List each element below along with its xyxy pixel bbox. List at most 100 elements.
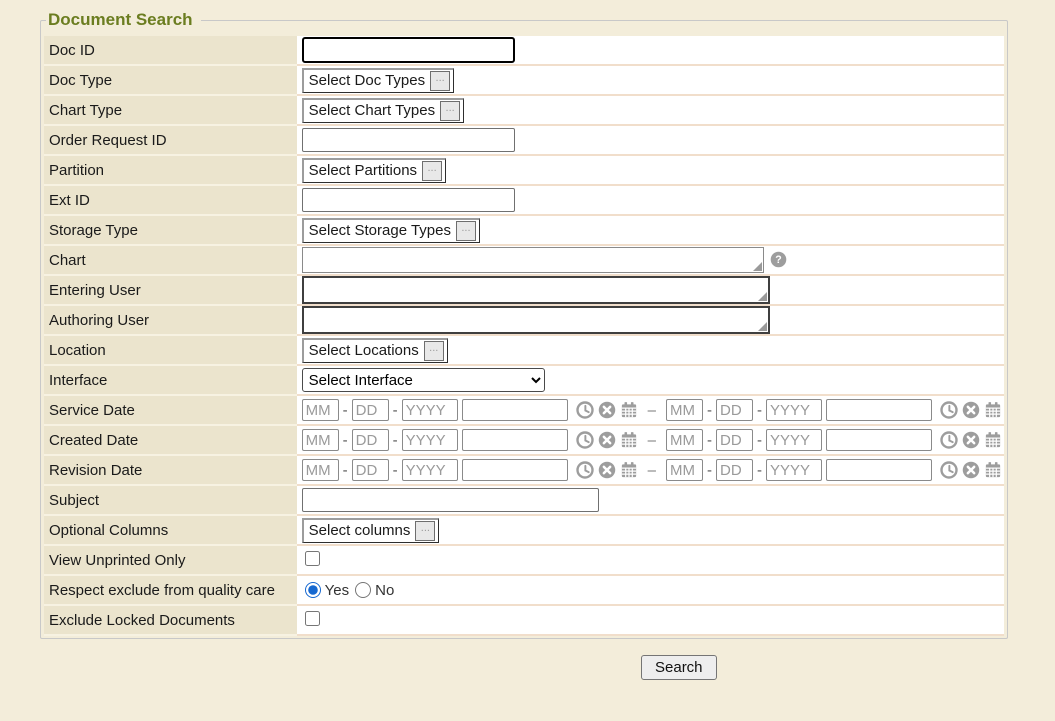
clock-icon[interactable] (576, 431, 594, 449)
calendar-icon[interactable] (984, 461, 1002, 479)
created-date-to-day-input[interactable] (716, 429, 753, 451)
clear-icon[interactable] (598, 401, 616, 419)
service-date-from-year-input[interactable] (402, 399, 458, 421)
respect-exclude-from-quality-care-radio-no[interactable] (355, 582, 371, 598)
storage-type-picker-button[interactable]: ... (456, 221, 476, 241)
revision-date-from-month-input[interactable] (302, 459, 339, 481)
calendar-icon[interactable] (984, 431, 1002, 449)
form-row-view-unprinted-only: View Unprinted Only (44, 545, 1004, 575)
service-date-to-day-input[interactable] (716, 399, 753, 421)
revision-date-to-year-input[interactable] (766, 459, 822, 481)
service-date-to-time-input[interactable] (826, 399, 932, 421)
form-row-chart: Chart? (44, 245, 1004, 275)
created-date-from-day-input[interactable] (352, 429, 389, 451)
search-button[interactable]: Search (641, 655, 717, 680)
calendar-icon[interactable] (620, 431, 638, 449)
doc-type-picker[interactable]: Select Doc Types... (302, 68, 454, 93)
storage-type-label: Storage Type (44, 215, 297, 245)
chart-type-picker[interactable]: Select Chart Types... (302, 98, 464, 123)
view-unprinted-only-checkbox[interactable] (305, 551, 320, 566)
location-picker[interactable]: Select Locations... (302, 338, 448, 363)
created-date-from-time-input[interactable] (462, 429, 568, 451)
authoring-user-textarea[interactable] (302, 306, 770, 334)
storage-type-picker[interactable]: Select Storage Types... (302, 218, 480, 243)
clear-icon[interactable] (598, 461, 616, 479)
clock-icon[interactable] (940, 401, 958, 419)
subject-input[interactable] (302, 488, 599, 512)
respect-exclude-from-quality-care-radio-yes[interactable] (305, 582, 321, 598)
partition-picker-button[interactable]: ... (422, 161, 442, 181)
optional-columns-value-cell: Select columns... (297, 515, 1004, 545)
doc-id-label: Doc ID (44, 36, 297, 65)
optional-columns-picker-button[interactable]: ... (415, 521, 435, 541)
created-date-to-month-input[interactable] (666, 429, 703, 451)
revision-date-to-day-input[interactable] (716, 459, 753, 481)
service-date-from-month-input[interactable] (302, 399, 339, 421)
storage-type-value-cell: Select Storage Types... (297, 215, 1004, 245)
order-request-id-input[interactable] (302, 128, 515, 152)
date-range-separator: – (648, 432, 656, 449)
revision-date-from-day-input[interactable] (352, 459, 389, 481)
chart-textarea[interactable] (302, 247, 764, 273)
clock-icon[interactable] (576, 401, 594, 419)
service-date-label: Service Date (44, 395, 297, 425)
date-part-separator: - (343, 432, 348, 449)
clock-icon[interactable] (576, 461, 594, 479)
form-row-chart-type: Chart TypeSelect Chart Types... (44, 95, 1004, 125)
chart-type-value-cell: Select Chart Types... (297, 95, 1004, 125)
interface-value-cell: Select Interface (297, 365, 1004, 395)
exclude-locked-documents-label: Exclude Locked Documents (44, 605, 297, 635)
clear-icon[interactable] (598, 431, 616, 449)
created-date-from-year-input[interactable] (402, 429, 458, 451)
revision-date-to-time-input[interactable] (826, 459, 932, 481)
service-date-to-year-input[interactable] (766, 399, 822, 421)
optional-columns-picker-label: Select columns (309, 522, 411, 539)
location-picker-button[interactable]: ... (424, 341, 444, 361)
optional-columns-picker[interactable]: Select columns... (302, 518, 440, 543)
form-row-storage-type: Storage TypeSelect Storage Types... (44, 215, 1004, 245)
form-row-interface: InterfaceSelect Interface (44, 365, 1004, 395)
date-part-separator: - (393, 432, 398, 449)
ext-id-input[interactable] (302, 188, 515, 212)
doc-type-picker-button[interactable]: ... (430, 71, 450, 91)
revision-date-from-year-input[interactable] (402, 459, 458, 481)
subject-value-cell (297, 485, 1004, 515)
interface-label: Interface (44, 365, 297, 395)
clock-icon[interactable] (940, 461, 958, 479)
exclude-locked-documents-checkbox[interactable] (305, 611, 320, 626)
respect-exclude-from-quality-care-radio-label-no: No (375, 582, 394, 599)
chart-type-picker-button[interactable]: ... (440, 101, 460, 121)
entering-user-label: Entering User (44, 275, 297, 305)
service-date-from-day-input[interactable] (352, 399, 389, 421)
revision-date-to-month-input[interactable] (666, 459, 703, 481)
partition-label: Partition (44, 155, 297, 185)
form-row-revision-date: Revision Date--–-- (44, 455, 1004, 485)
created-date-to-year-input[interactable] (766, 429, 822, 451)
service-date-to-month-input[interactable] (666, 399, 703, 421)
interface-select[interactable]: Select Interface (302, 368, 545, 392)
form-row-ext-id: Ext ID (44, 185, 1004, 215)
form-row-doc-type: Doc TypeSelect Doc Types... (44, 65, 1004, 95)
location-value-cell: Select Locations... (297, 335, 1004, 365)
clock-icon[interactable] (940, 431, 958, 449)
revision-date-value-cell: --–-- (297, 455, 1004, 485)
doc-type-value-cell: Select Doc Types... (297, 65, 1004, 95)
doc-type-picker-label: Select Doc Types (309, 72, 425, 89)
calendar-icon[interactable] (620, 461, 638, 479)
created-date-from-month-input[interactable] (302, 429, 339, 451)
chart-field-group: ? (302, 247, 1002, 273)
clear-icon[interactable] (962, 461, 980, 479)
form-row-service-date: Service Date--–-- (44, 395, 1004, 425)
created-date-to-time-input[interactable] (826, 429, 932, 451)
calendar-icon[interactable] (984, 401, 1002, 419)
entering-user-textarea[interactable] (302, 276, 770, 304)
revision-date-label: Revision Date (44, 455, 297, 485)
clear-icon[interactable] (962, 431, 980, 449)
doc-id-input[interactable] (302, 37, 515, 63)
partition-picker[interactable]: Select Partitions... (302, 158, 446, 183)
service-date-from-time-input[interactable] (462, 399, 568, 421)
clear-icon[interactable] (962, 401, 980, 419)
calendar-icon[interactable] (620, 401, 638, 419)
help-icon[interactable]: ? (770, 251, 788, 269)
revision-date-from-time-input[interactable] (462, 459, 568, 481)
